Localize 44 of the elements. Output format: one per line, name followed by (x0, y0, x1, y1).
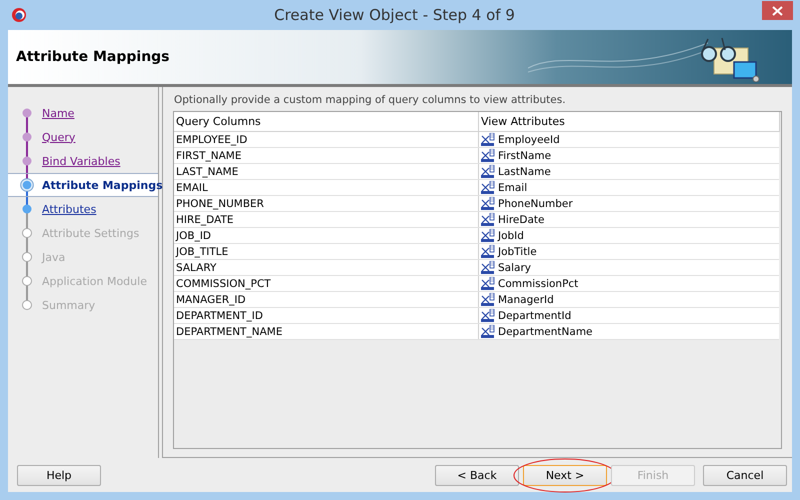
table-cell: DEPARTMENT_ID (174, 308, 478, 324)
app-logo-icon (11, 7, 27, 23)
step-link[interactable]: Attribute Mappings (42, 178, 163, 192)
table-cell: LAST_NAME (174, 164, 478, 180)
table-cell: HireDate (498, 214, 544, 226)
table-cell: ManagerId (498, 294, 554, 306)
nav-button[interactable]: < Back (435, 464, 519, 486)
table-cell: LastName (498, 166, 551, 178)
table-cell: HIRE_DATE (174, 212, 478, 228)
help-button[interactable]: Help (17, 464, 101, 486)
table-cell: PhoneNumber (498, 198, 573, 210)
step-link[interactable]: Name (42, 106, 74, 120)
table-cell: FirstName (498, 150, 552, 162)
cancel-button[interactable]: Cancel (703, 464, 787, 486)
close-icon (772, 6, 783, 16)
page-title: Attribute Mappings (16, 49, 170, 65)
column-header[interactable]: View Attributes (478, 112, 779, 132)
instructions-text: Optionally provide a custom mapping of query columns to view attributes. (173, 93, 567, 108)
table-cell: SALARY (174, 260, 478, 276)
table-cell: Salary (498, 262, 531, 274)
column-header[interactable]: Query Columns (174, 112, 478, 132)
nav-button[interactable]: Next > (523, 464, 607, 486)
table-cell: EMPLOYEE_ID (174, 132, 478, 148)
table-cell: JobTitle (498, 246, 537, 258)
glasses-window-icon (698, 36, 760, 82)
table-cell: JOB_TITLE (174, 244, 478, 260)
step-link[interactable]: Attributes (42, 202, 96, 216)
table-cell: EMAIL (174, 180, 478, 196)
table-cell: MANAGER_ID (174, 292, 478, 308)
table-cell: JOB_ID (174, 228, 478, 244)
table-cell: DepartmentId (498, 310, 572, 322)
step-link[interactable]: Query (42, 130, 76, 144)
step-link[interactable]: Bind Variables (42, 154, 120, 168)
table-cell: EmployeeId (498, 134, 560, 146)
table-cell: CommissionPct (498, 278, 578, 290)
table-cell: DEPARTMENT_NAME (174, 324, 478, 340)
table-cell: COMMISSION_PCT (174, 276, 478, 292)
window-title: Create View Object - Step 4 of 9 (273, 6, 516, 24)
table-cell: FIRST_NAME (174, 148, 478, 164)
table-cell: Email (498, 182, 528, 194)
table-cell: DepartmentName (498, 326, 593, 338)
close-button[interactable] (762, 1, 793, 20)
table-cell: PHONE_NUMBER (174, 196, 478, 212)
table-cell: JobId (498, 230, 524, 242)
